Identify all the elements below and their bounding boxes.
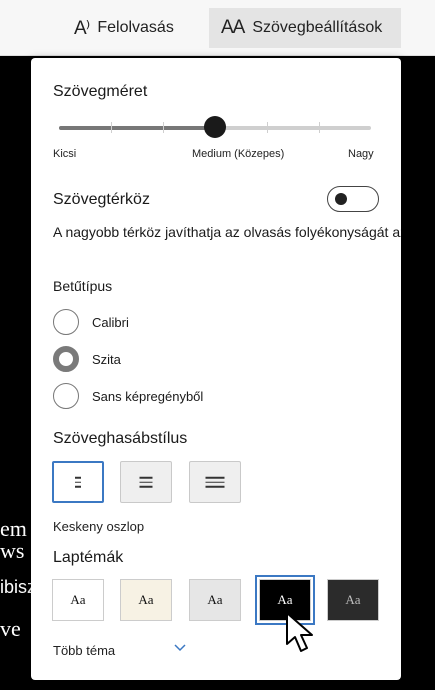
column-style-heading: Szöveghasábstílus [53,430,188,447]
reader-toolbar: A⁾ Felolvasás AA Szövegbeállítások [0,0,435,56]
text-settings-button[interactable]: AA Szövegbeállítások [209,8,401,48]
wide-column-icon [205,474,225,491]
text-size-mid-label: Medium (Közepes) [192,148,285,160]
font-option-label: Sans képregényből [92,388,204,404]
radio-button[interactable] [53,383,79,409]
read-aloud-button[interactable]: A⁾ Felolvasás [62,8,186,48]
column-wide-button[interactable] [189,461,241,503]
radio-button[interactable] [53,309,79,335]
read-aloud-label: Felolvasás [97,19,174,36]
text-settings-label: Szövegbeállítások [252,19,383,36]
page-themes-heading: Laptémák [53,549,124,566]
font-option-calibri[interactable]: Calibri [53,308,129,336]
text-settings-icon: AA [221,17,245,38]
text-size-slider-thumb[interactable] [204,116,226,138]
more-themes-link[interactable]: Több téma [53,643,115,658]
spacing-heading: Szövegtérköz [53,191,150,208]
font-option-label: Calibri [92,314,129,330]
theme-sepia[interactable]: Aa [120,579,172,621]
font-option-label: Szita [92,351,121,367]
background-text: ws [0,538,25,563]
text-settings-panel: Szövegméret Kicsi Medium (Közepes) Nagy … [31,58,401,680]
font-heading: Betűtípus [53,278,113,294]
slider-tick [163,122,164,133]
background-text: ve [0,616,21,641]
theme-white[interactable]: Aa [52,579,104,621]
slider-tick [111,122,112,133]
toggle-knob [335,193,347,205]
font-option-comic-sans[interactable]: Sans képregényből [53,382,203,410]
theme-gray[interactable]: Aa [189,579,241,621]
slider-tick [267,122,268,133]
radio-button-selected[interactable] [53,346,79,372]
text-size-min-label: Kicsi [53,148,77,160]
font-option-szita[interactable]: Szita [53,345,121,373]
spacing-description: A nagyobb térköz javíthatja az olvasás f… [53,224,401,240]
theme-dark-gray[interactable]: Aa [327,579,379,621]
chevron-down-icon[interactable] [174,644,186,652]
text-size-slider-fill [59,126,215,130]
text-size-max-label: Nagy [348,148,374,160]
narrow-column-icon [75,474,81,491]
column-narrow-button[interactable] [52,461,104,503]
column-selected-label: Keskeny oszlop [53,519,145,534]
read-aloud-icon: A⁾ [74,17,90,39]
column-medium-button[interactable] [120,461,172,503]
mouse-cursor-icon [286,612,313,652]
text-size-heading: Szövegméret [53,83,148,100]
spacing-toggle[interactable] [327,186,379,212]
medium-column-icon [139,474,153,491]
slider-tick [319,122,320,133]
